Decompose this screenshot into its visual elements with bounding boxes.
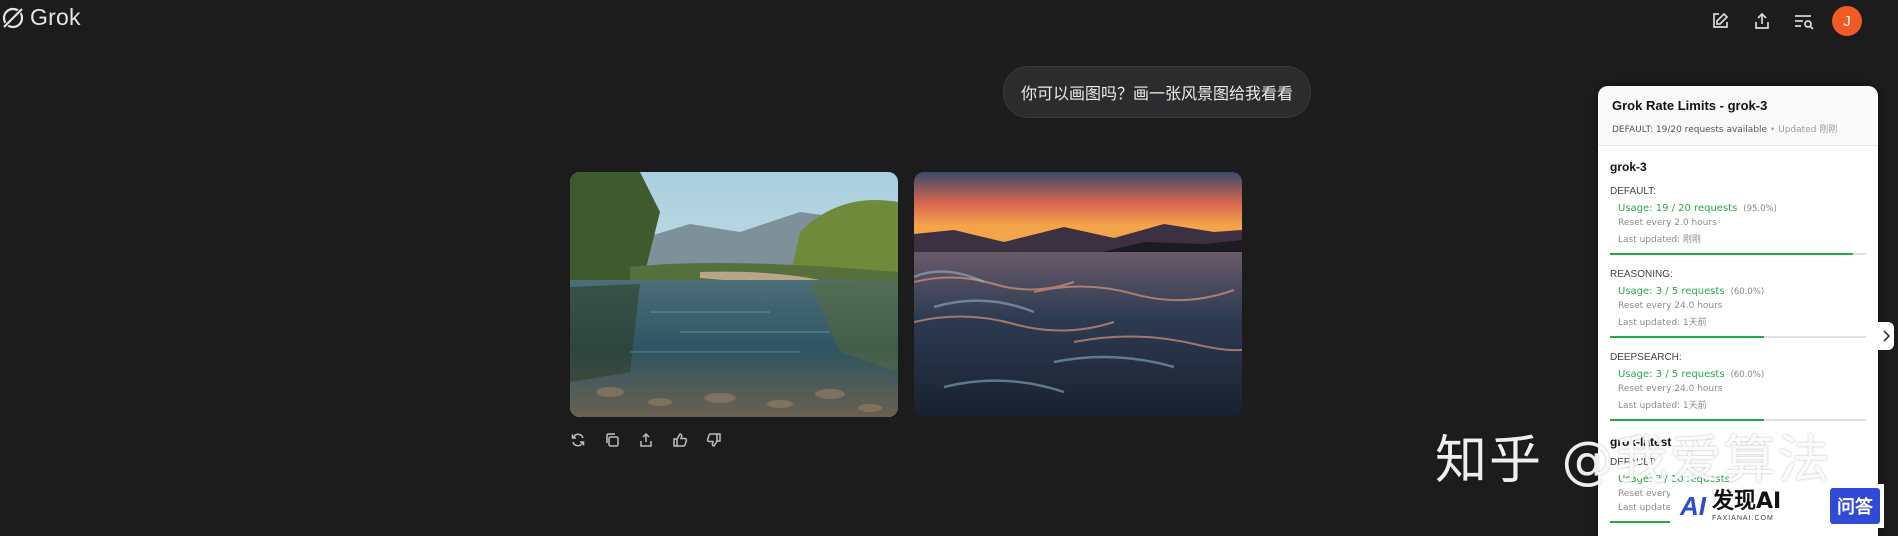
thumbs-down-icon xyxy=(706,433,721,447)
usage-percent: (60.0%) xyxy=(1730,370,1765,380)
edit-button[interactable] xyxy=(1706,7,1734,35)
header-actions: J xyxy=(1706,6,1862,36)
brand[interactable]: Grok xyxy=(0,4,81,31)
share-icon xyxy=(640,432,652,447)
usage-bar-fill xyxy=(1610,336,1764,338)
copy-icon xyxy=(606,433,619,447)
copy-button[interactable] xyxy=(602,430,622,450)
usage-bar xyxy=(1610,336,1866,338)
badge-domain: FAXIANAI.COM xyxy=(1712,514,1774,522)
rate-limits-title: Grok Rate Limits - grok-3 xyxy=(1612,98,1768,113)
grok-logo-icon xyxy=(1,6,25,29)
summary-text: DEFAULT: 19/20 requests available xyxy=(1612,125,1768,135)
usage-percent: (60.0%) xyxy=(1730,287,1765,297)
user-avatar[interactable]: J xyxy=(1832,6,1862,36)
usage-text: Usage: 3 / 5 requests (60.0%) xyxy=(1610,369,1866,380)
thumbs-down-button[interactable] xyxy=(704,430,724,450)
usage-text: Usage: 19 / 20 requests (95.0%) xyxy=(1610,203,1866,214)
history-search-button[interactable] xyxy=(1790,7,1818,35)
category-label: DEFAULT: xyxy=(1610,186,1656,197)
generated-image-sunset[interactable] xyxy=(914,172,1242,417)
model-name: grok-3 xyxy=(1610,160,1647,174)
usage-count: Usage: 19 / 20 requests xyxy=(1618,203,1738,214)
badge-tag: 问答 xyxy=(1830,488,1880,524)
zhihu-watermark: 知乎 @我爱算法 xyxy=(1435,431,1832,491)
thumbs-up-icon xyxy=(673,433,688,447)
regenerate-button[interactable] xyxy=(568,430,588,450)
usage-count: Usage: 3 / 5 requests xyxy=(1618,286,1725,297)
reset-info: Reset every 24.0 hours xyxy=(1618,301,1723,311)
usage-bar xyxy=(1610,253,1866,255)
rate-limits-summary: DEFAULT: 19/20 requests available • Upda… xyxy=(1612,122,1864,135)
share-icon xyxy=(1755,12,1769,29)
usage-text: Usage: 3 / 5 requests (60.0%) xyxy=(1610,286,1866,297)
user-message-bubble: 你可以画图吗？画一张风景图给我看看 xyxy=(1003,66,1312,118)
usage-percent: (95.0%) xyxy=(1743,204,1777,214)
reset-info: Reset every 24.0 hours xyxy=(1618,384,1723,394)
share-button[interactable] xyxy=(1748,7,1776,35)
chevron-right-icon xyxy=(1883,330,1890,342)
history-search-icon xyxy=(1795,15,1814,30)
message-actions xyxy=(568,430,724,450)
faxianai-badge: AI 发现AI FAXIANAI.COM 问答 xyxy=(1670,484,1884,528)
regenerate-icon xyxy=(571,433,585,447)
model-section-grok-3: DEFAULT: Usage: 19 / 20 requests (95.0%) … xyxy=(1598,186,1878,421)
faxianai-logo-icon: AI xyxy=(1680,490,1706,521)
thumbs-up-button[interactable] xyxy=(670,430,690,450)
category-label: REASONING: xyxy=(1610,269,1673,280)
brand-name: Grok xyxy=(30,4,81,30)
edit-icon xyxy=(1713,12,1729,28)
badge-title: 发现AI xyxy=(1712,488,1782,514)
last-updated: Last updated: 1天前 xyxy=(1618,318,1707,328)
rate-limits-header: Grok Rate Limits - grok-3 DEFAULT: 19/20… xyxy=(1598,86,1878,146)
summary-updated: • Updated 刚刚 xyxy=(1767,125,1838,135)
usage-bar-fill xyxy=(1610,253,1854,255)
reset-info: Reset every 2.0 hours xyxy=(1618,218,1717,228)
panel-collapse-button[interactable] xyxy=(1878,322,1894,350)
last-updated: Last updated: 1天前 xyxy=(1618,401,1707,411)
usage-count: Usage: 3 / 5 requests xyxy=(1618,369,1725,380)
last-updated: Last updated: 刚刚 xyxy=(1618,235,1701,245)
share-message-button[interactable] xyxy=(636,430,656,450)
category-label: DEEPSEARCH: xyxy=(1610,352,1682,363)
badge-name: 发现AI FAXIANAI.COM xyxy=(1712,488,1782,522)
generated-image-river[interactable] xyxy=(570,172,898,417)
